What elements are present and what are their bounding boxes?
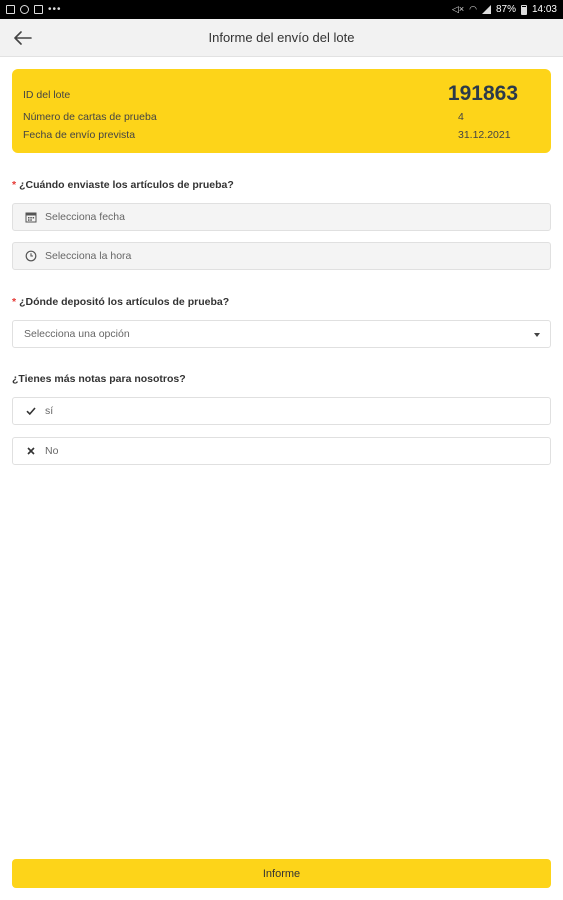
status-bar: ••• ◁× ◠ 87% 14:03: [0, 0, 563, 19]
question-where: * ¿Dónde depositó los artículos de prueba…: [12, 296, 229, 308]
status-system: ◁× ◠ 87% 14:03: [452, 4, 557, 15]
battery-icon: [520, 4, 527, 15]
signal-icon: [481, 5, 491, 14]
image-icon: [34, 5, 43, 14]
arrow-left-icon: [14, 31, 32, 45]
clock: 14:03: [531, 4, 557, 15]
required-mark: *: [12, 179, 17, 191]
date-picker-field[interactable]: Selecciona fecha: [12, 203, 551, 231]
more-notifications-icon: •••: [48, 4, 62, 15]
time-picker-field[interactable]: Selecciona la hora: [12, 242, 551, 270]
wifi-icon: ◠: [469, 4, 477, 14]
check-icon: [24, 405, 37, 418]
notes-yes-option[interactable]: sí: [12, 397, 551, 425]
calendar-icon: [24, 211, 37, 224]
clock-icon: [24, 250, 37, 263]
ship-date-value: 31.12.2021: [458, 129, 511, 141]
question-when: * ¿Cuándo enviaste los artículos de prueb…: [12, 179, 234, 191]
back-button[interactable]: [10, 26, 36, 50]
mute-icon: ◁×: [451, 4, 465, 14]
ship-date-label: Fecha de envío prevista: [23, 129, 136, 141]
ship-date-row: Fecha de envío prevista 31.12.2021: [23, 129, 538, 141]
question-when-text: ¿Cuándo enviaste los artículos de prueba…: [19, 179, 234, 191]
test-cards-value: 4: [458, 111, 464, 123]
notes-yes-label: sí: [45, 405, 54, 417]
status-notifications: •••: [6, 4, 62, 15]
time-picker-placeholder: Selecciona la hora: [45, 250, 132, 262]
lot-id-value: 191863: [447, 82, 518, 105]
close-icon: [24, 445, 37, 458]
notes-no-label: No: [45, 445, 59, 457]
question-notes: ¿Tienes más notas para nosotros?: [12, 373, 186, 385]
notes-no-option[interactable]: No: [12, 437, 551, 465]
location-select-placeholder: Selecciona una opción: [24, 328, 130, 340]
location-select[interactable]: Selecciona una opción: [12, 320, 551, 348]
question-notes-text: ¿Tienes más notas para nosotros?: [12, 373, 186, 385]
cloud-icon: [20, 5, 29, 14]
gallery-icon: [6, 5, 15, 14]
date-picker-placeholder: Selecciona fecha: [45, 211, 125, 223]
test-cards-label: Número de cartas de prueba: [23, 111, 157, 123]
app-bar: Informe del envío del lote: [0, 19, 563, 57]
question-where-text: ¿Dónde depositó los artículos de prueba?: [19, 296, 230, 308]
lot-id-label: ID del lote: [23, 89, 71, 101]
battery-percent: 87%: [495, 4, 516, 15]
caret-down-icon: [534, 333, 540, 337]
test-cards-row: Número de cartas de prueba 4: [23, 111, 538, 123]
submit-report-button[interactable]: Informe: [12, 859, 551, 888]
lot-summary-card: ID del lote 191863 Número de cartas de p…: [12, 69, 551, 153]
required-mark: *: [12, 296, 17, 308]
page-title: Informe del envío del lote: [208, 30, 355, 45]
